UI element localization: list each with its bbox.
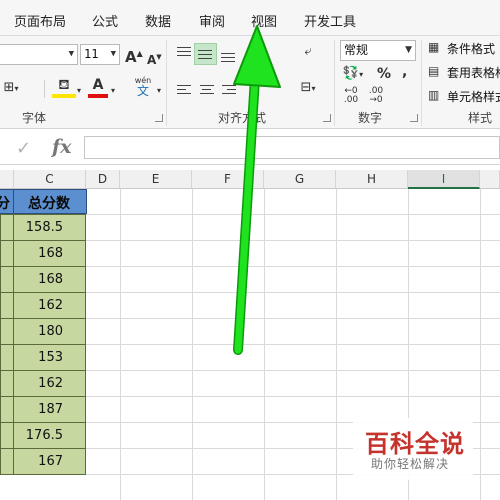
watermark-logo: 百科全说 助你轻松解决	[353, 418, 473, 480]
excel-window: 页面布局 公式 数据 审阅 视图 开发工具 ▼ 11 ▼ A▲ A▼ ⊞▾ ⛾ ▾…	[0, 0, 500, 500]
watermark-subtitle: 助你轻松解决	[371, 457, 450, 471]
watermark-title: 百科全说	[365, 430, 465, 458]
green-arrow-icon	[233, 25, 281, 355]
